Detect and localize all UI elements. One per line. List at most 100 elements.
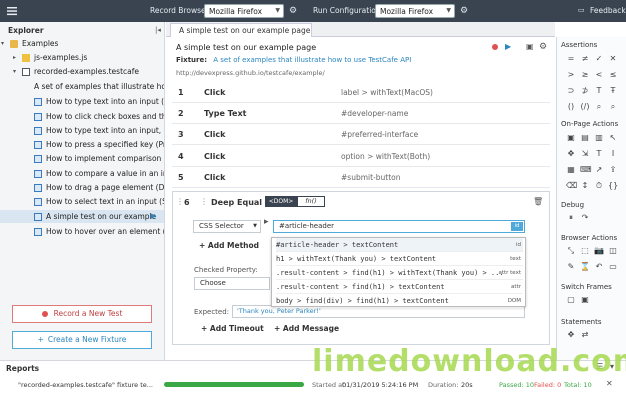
test-step[interactable]: 5 Click #submit-button [172,167,550,188]
tree-item[interactable]: ▸ js-examples.js [0,51,164,64]
selector-type-select[interactable]: CSS Selector ▼ [193,220,261,233]
test-step[interactable]: 2 Type Text #developer-name [172,103,550,124]
drag-handle-icon[interactable]: ⋮ [200,197,208,206]
navigate-back-icon[interactable]: ↶ [594,262,604,272]
tree-item[interactable]: How to compare a value in an inpu [0,167,164,180]
pause-icon[interactable]: ⏸ [566,213,576,223]
selector-input[interactable]: #article-header [273,220,525,233]
upload-icon[interactable]: ⇪ [608,165,618,175]
right-click-icon[interactable]: ▤ [580,133,590,143]
element-screenshot-icon[interactable]: ◫ [608,246,618,256]
dialog-icon[interactable]: ▭ [608,262,618,272]
close-icon[interactable]: ✕ [606,379,613,388]
maximize-icon[interactable]: ⬚ [580,246,590,256]
check-icon[interactable]: ✓ [594,54,604,64]
select-area-icon[interactable]: ▦ [566,165,576,175]
chevron-down-icon[interactable]: ▾ [13,65,16,78]
record-new-test-button[interactable]: Record a New Test [12,305,152,323]
statement-icon[interactable]: ✥ [566,330,576,340]
tree-item[interactable]: How to select text in an input (Sele [0,195,164,208]
add-timeout-button[interactable]: + Add Timeout [201,324,264,333]
test-step[interactable]: 4 Click option > withText(Both) [172,146,550,167]
not-type-icon[interactable]: Ŧ [608,86,618,96]
gear-icon[interactable]: ⚙ [289,6,297,16]
suggestion-item[interactable]: body > find(div) > find(h1) > textConten… [276,294,523,308]
switch-iframe-icon[interactable]: ▢ [566,295,576,305]
tree-item[interactable]: How to type text into an input, clic [0,124,164,137]
tree-item[interactable]: How to implement comparison (O [0,152,164,165]
drag-to-icon[interactable]: ⇲ [580,149,590,159]
gte-icon[interactable]: ≥ [580,70,590,80]
record-icon[interactable] [492,44,498,50]
test-step[interactable]: 1 Click label > withText(MacOS) [172,82,550,103]
tree-item[interactable]: How to type text into an input (Type [0,95,164,108]
add-method-button[interactable]: + Add Method [199,241,259,250]
drag-handle-icon[interactable]: ⋮ [176,197,184,206]
report-run-label[interactable]: "recorded-examples.testcafe" fixture te.… [18,381,153,389]
test-title[interactable]: A simple test on our example page [176,43,316,52]
tree-item[interactable]: A simple test on our example ▶ [0,210,164,223]
suggestion-item[interactable]: .result-content > find(h1) > textContent… [276,280,523,294]
hover-icon[interactable]: ↖ [608,133,618,143]
resize-icon[interactable]: ⤡ [566,246,576,256]
wait-page-icon[interactable]: ⌛ [580,262,590,272]
tree-item[interactable]: How to press a specified key (Pres [0,138,164,151]
menu-icon[interactable] [7,6,17,16]
tree-item[interactable]: ▾ recorded-examples.testcafe [0,65,164,78]
test-step[interactable]: 3 Click #preferred-interface [172,124,550,145]
not-contains-icon[interactable]: ⊅ [580,86,590,96]
navigate-icon[interactable]: ↗ [594,165,604,175]
press-key-icon[interactable]: ⌨ [580,165,592,175]
add-message-button[interactable]: + Add Message [274,324,339,333]
run-config-select[interactable]: Mozilla Firefox ▼ [375,4,455,18]
delete-icon[interactable]: 🗑 [533,197,543,206]
tree-item[interactable]: A set of examples that illustrate how [0,80,164,93]
run-icon[interactable]: ▶ [505,42,511,51]
suggestion-item[interactable]: #article-header > textContent id [276,238,523,252]
save-icon[interactable]: ▣ [526,42,534,51]
double-click-icon[interactable]: ▥ [594,133,604,143]
chevron-right-icon[interactable]: ▸ [13,51,16,64]
property-select[interactable]: Choose [194,277,270,290]
create-fixture-button[interactable]: + Create a New Fixture [12,331,152,349]
edit-icon[interactable]: ✎ [566,262,576,272]
tree-item[interactable]: How to drag a page element (Drag [0,181,164,194]
gear-icon[interactable]: ⚙ [539,42,547,52]
tab-active-test[interactable]: A simple test on our example page [170,23,312,37]
not-equal-icon[interactable]: ≠ [580,54,590,64]
not-match-icon[interactable]: ⌕ [608,102,618,112]
fixture-link[interactable]: A set of examples that illustrate how to… [213,56,411,64]
contains-icon[interactable]: ⊃ [566,86,576,96]
tree-item[interactable]: ▾ Examples [0,37,164,50]
run-icon[interactable]: ▶ [151,210,156,223]
select-text-icon[interactable]: I [608,149,618,159]
dom-mode-toggle[interactable]: <DOM> [265,196,297,207]
clear-upload-icon[interactable]: ⌫ [566,181,577,191]
suggestion-item[interactable]: h1 > withText(Thank you) > textContent te… [276,252,523,266]
code-icon[interactable]: ⇄ [580,330,590,340]
collapse-panel-icon[interactable]: |◂ [155,26,161,34]
gear-icon[interactable]: ⚙ [460,6,468,16]
record-browser-select[interactable]: Mozilla Firefox ▼ [204,4,284,18]
tree-item[interactable]: How to click check boxes and then [0,110,164,123]
eval-icon[interactable]: {} [608,181,618,191]
debug-step-icon[interactable]: ↷ [580,213,590,223]
chevron-down-icon[interactable]: ▾ [1,37,4,50]
fn-mode-toggle[interactable]: fn() [297,196,325,207]
gt-icon[interactable]: > [566,70,576,80]
type-icon[interactable]: T [594,86,604,96]
match-icon[interactable]: ⌕ [594,102,604,112]
within-icon[interactable]: () [566,102,576,112]
equal-icon[interactable]: = [566,54,576,64]
lte-icon[interactable]: ≤ [608,70,618,80]
type-text-icon[interactable]: T [594,149,604,159]
feedback-link[interactable]: ▭ Feedback [578,6,626,16]
lt-icon[interactable]: < [594,70,604,80]
wait-icon[interactable]: ⏱ [594,181,604,191]
click-icon[interactable]: ▣ [566,133,576,143]
x-icon[interactable]: ✕ [608,54,618,64]
scroll-icon[interactable]: ↕ [580,181,590,191]
switch-main-icon[interactable]: ▣ [580,295,590,305]
suggestion-item[interactable]: .result-content > find(h1) > withText(Th… [276,266,523,280]
screenshot-icon[interactable]: 📷 [594,246,604,256]
